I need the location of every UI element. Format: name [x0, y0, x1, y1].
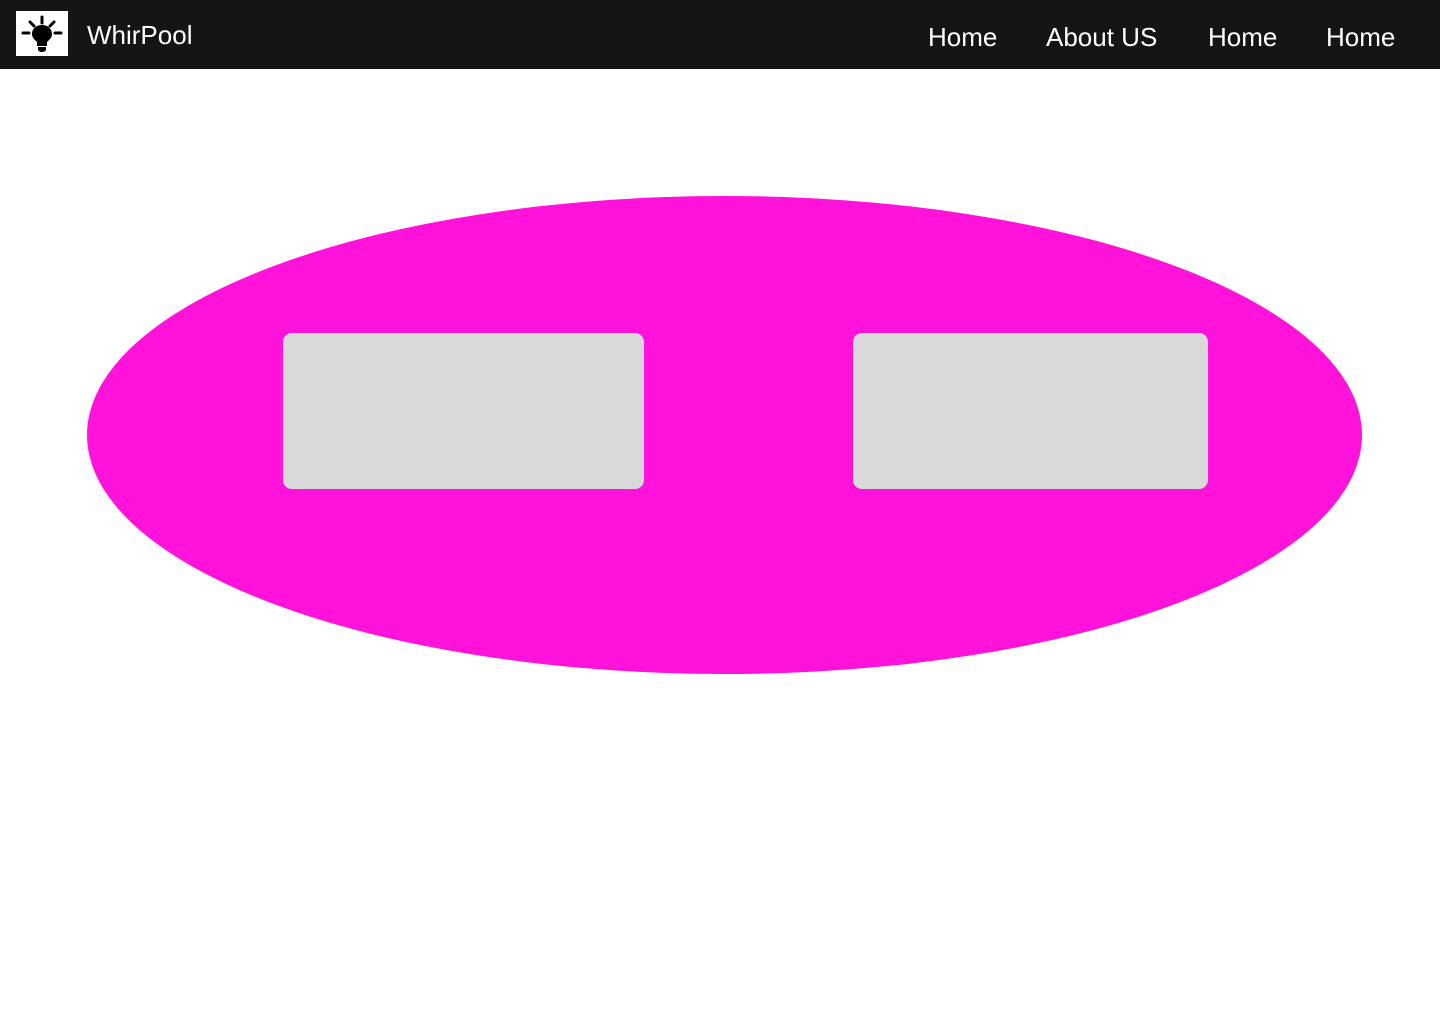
- placeholder-card-left: [283, 333, 644, 489]
- nav-home-2[interactable]: Home: [1208, 19, 1277, 55]
- placeholder-card-right: [853, 333, 1208, 489]
- top-navbar: WhirPool Home About US Home Home: [0, 0, 1440, 69]
- nav-home-3[interactable]: Home: [1326, 19, 1395, 55]
- lightbulb-icon: [21, 15, 63, 52]
- brand-name[interactable]: WhirPool: [87, 19, 192, 51]
- logo[interactable]: [16, 11, 68, 56]
- nav-home[interactable]: Home: [928, 19, 997, 55]
- nav-about-us[interactable]: About US: [1046, 19, 1157, 55]
